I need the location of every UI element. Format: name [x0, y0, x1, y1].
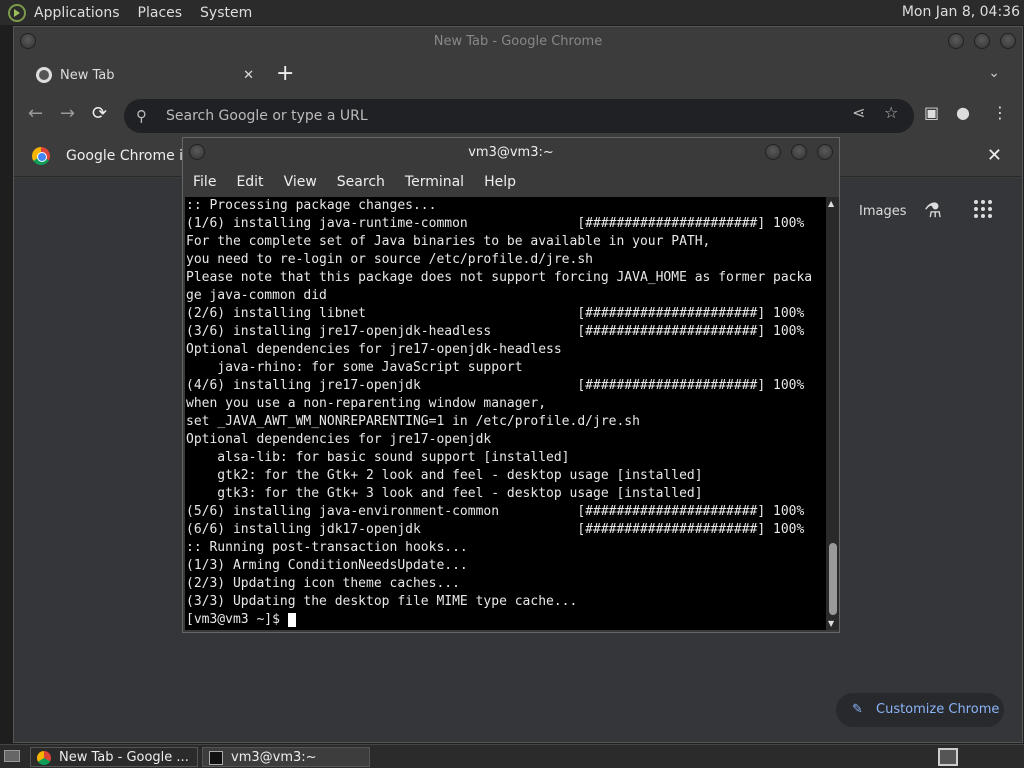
- terminal-line: (5/6) installing java-environment-common…: [186, 504, 805, 519]
- forward-arrow-icon[interactable]: →: [60, 103, 75, 124]
- places-menu[interactable]: Places: [138, 5, 183, 21]
- tab-title: New Tab: [60, 67, 115, 83]
- omnibox-placeholder: Search Google or type a URL: [166, 108, 368, 124]
- clock[interactable]: Mon Jan 8, 04:36: [902, 4, 1020, 20]
- tab-close-icon[interactable]: ✕: [243, 68, 254, 83]
- terminal-line: ge java-common did: [186, 288, 327, 303]
- terminal-titlebar[interactable]: vm3@vm3:~: [183, 138, 839, 168]
- chrome-toolbar: ← → ⟳ ⚲ Search Google or type a URL ⋖ ☆ …: [14, 93, 1022, 137]
- terminal-line: Optional dependencies for jre17-openjdk: [186, 432, 492, 447]
- terminal-line: (2/3) Updating icon theme caches...: [186, 576, 460, 591]
- task-terminal[interactable]: vm3@vm3:~: [202, 747, 370, 767]
- terminal-line: (4/6) installing jre17-openjdk [########…: [186, 378, 805, 393]
- reload-icon[interactable]: ⟳: [92, 103, 107, 124]
- pencil-icon: ✎: [852, 702, 863, 717]
- side-panel-icon[interactable]: ▣: [924, 103, 939, 122]
- terminal-line: (2/6) installing libnet [###############…: [186, 306, 805, 321]
- search-icon: ⚲: [136, 107, 147, 125]
- tab-search-chevron-icon[interactable]: ⌄: [988, 65, 1000, 81]
- terminal-line: (1/6) installing java-runtime-common [##…: [186, 216, 805, 231]
- google-apps-grid-icon[interactable]: [974, 200, 992, 218]
- terminal-close-button[interactable]: [817, 144, 833, 160]
- menu-terminal[interactable]: Terminal: [405, 174, 464, 190]
- show-desktop-icon[interactable]: [4, 750, 20, 762]
- terminal-line: Please note that this package does not s…: [186, 270, 813, 285]
- share-icon[interactable]: ⋖: [852, 103, 865, 122]
- terminal-line: Optional dependencies for jre17-openjdk-…: [186, 342, 562, 357]
- customize-chrome-button[interactable]: ✎ Customize Chrome: [836, 693, 1004, 727]
- terminal-title: vm3@vm3:~: [468, 145, 554, 160]
- bookmark-star-icon[interactable]: ☆: [884, 103, 898, 122]
- profile-avatar-icon[interactable]: ●: [956, 103, 970, 122]
- top-panel: Applications Places System Mon Jan 8, 04…: [0, 0, 1024, 25]
- chrome-window-title: New Tab - Google Chrome: [433, 34, 603, 49]
- minimize-button[interactable]: [948, 33, 964, 49]
- scrollbar-thumb[interactable]: [829, 543, 837, 615]
- distro-logo-icon[interactable]: [8, 3, 26, 22]
- menu-view[interactable]: View: [284, 174, 317, 190]
- maximize-button[interactable]: [974, 33, 990, 49]
- terminal-menubar: File Edit View Search Terminal Help: [183, 168, 839, 196]
- terminal-line: (1/3) Arming ConditionNeedsUpdate...: [186, 558, 468, 573]
- menu-edit[interactable]: Edit: [236, 174, 263, 190]
- terminal-window-menu-button[interactable]: [189, 144, 205, 160]
- chrome-titlebar[interactable]: New Tab - Google Chrome: [14, 27, 1022, 57]
- terminal-scrollbar[interactable]: ▲ ▼: [826, 197, 839, 630]
- infobar-message: Google Chrome isn: [66, 148, 200, 164]
- chrome-task-icon: [37, 751, 51, 765]
- task-terminal-label: vm3@vm3:~: [231, 750, 317, 765]
- bottom-taskbar: New Tab - Google ... vm3@vm3:~: [0, 744, 1024, 768]
- terminal-prompt-line[interactable]: [vm3@vm3 ~]$: [186, 611, 827, 629]
- scroll-down-arrow-icon[interactable]: ▼: [828, 619, 834, 628]
- menu-search[interactable]: Search: [337, 174, 385, 190]
- terminal-line: when you use a non-reparenting window ma…: [186, 396, 547, 411]
- back-arrow-icon[interactable]: ←: [28, 103, 43, 124]
- terminal-line: (6/6) installing jdk17-openjdk [########…: [186, 522, 805, 537]
- tab-new-tab[interactable]: New Tab ✕: [24, 59, 264, 91]
- terminal-line: (3/3) Updating the desktop file MIME typ…: [186, 594, 578, 609]
- terminal-window: vm3@vm3:~ File Edit View Search Terminal…: [182, 137, 840, 633]
- customize-chrome-label: Customize Chrome: [876, 702, 1000, 717]
- terminal-line: :: Processing package changes...: [186, 198, 437, 213]
- task-chrome-label: New Tab - Google ...: [59, 750, 189, 765]
- terminal-line: (3/6) installing jre17-openjdk-headless …: [186, 324, 805, 339]
- terminal-line: you need to re-login or source /etc/prof…: [186, 252, 593, 267]
- window-menu-button[interactable]: [20, 33, 36, 49]
- workspace-switcher[interactable]: [938, 748, 958, 766]
- tabstrip: New Tab ✕ + ⌄: [14, 57, 1022, 93]
- terminal-cursor: [287, 612, 296, 627]
- terminal-prompt: [vm3@vm3 ~]$: [186, 612, 288, 627]
- terminal-task-icon: [209, 751, 223, 765]
- menu-help[interactable]: Help: [484, 174, 516, 190]
- terminal-line: gtk3: for the Gtk+ 3 look and feel - des…: [186, 486, 703, 501]
- close-window-button[interactable]: [1000, 33, 1016, 49]
- chrome-logo-icon: [32, 147, 50, 165]
- applications-menu[interactable]: Applications: [34, 5, 120, 21]
- labs-flask-icon[interactable]: ⚗: [924, 198, 942, 222]
- terminal-maximize-button[interactable]: [791, 144, 807, 160]
- images-link[interactable]: Images: [859, 204, 907, 219]
- scroll-up-arrow-icon[interactable]: ▲: [828, 199, 834, 208]
- terminal-line: alsa-lib: for basic sound support [insta…: [186, 450, 570, 465]
- task-chrome[interactable]: New Tab - Google ...: [30, 747, 198, 767]
- menu-file[interactable]: File: [193, 174, 216, 190]
- infobar-close-icon[interactable]: ✕: [987, 145, 1002, 166]
- new-tab-button[interactable]: +: [276, 61, 294, 86]
- terminal-output[interactable]: :: Processing package changes...(1/6) in…: [185, 197, 827, 630]
- terminal-minimize-button[interactable]: [765, 144, 781, 160]
- terminal-line: gtk2: for the Gtk+ 2 look and feel - des…: [186, 468, 703, 483]
- terminal-line: java-rhino: for some JavaScript support: [186, 360, 523, 375]
- kebab-menu-icon[interactable]: ⋮: [992, 103, 1008, 122]
- omnibox[interactable]: ⚲ Search Google or type a URL: [124, 99, 914, 133]
- terminal-line: set _JAVA_AWT_WM_NONREPARENTING=1 in /et…: [186, 414, 640, 429]
- terminal-line: For the complete set of Java binaries to…: [186, 234, 711, 249]
- system-menu[interactable]: System: [200, 5, 252, 21]
- chrome-favicon-icon: [36, 67, 52, 83]
- terminal-line: :: Running post-transaction hooks...: [186, 540, 468, 555]
